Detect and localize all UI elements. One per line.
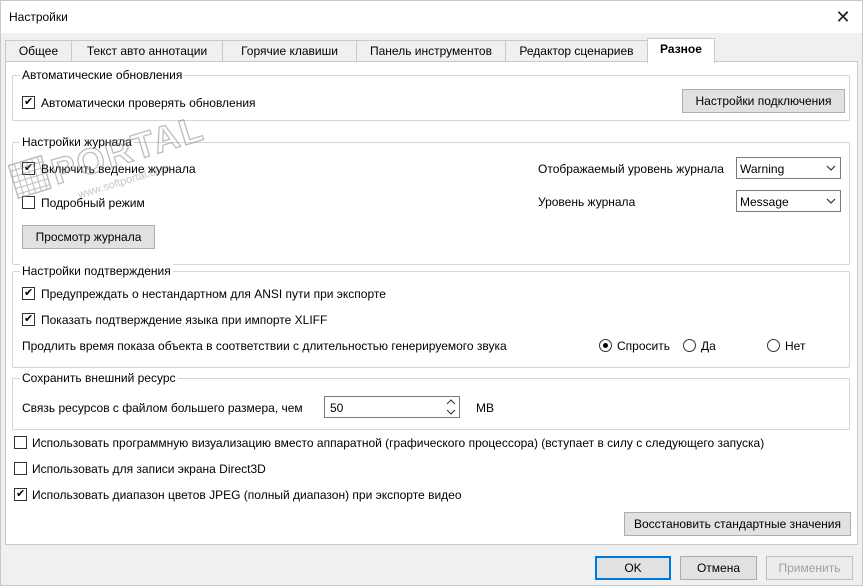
title-bar: Настройки ✕ [1, 1, 862, 33]
cancel-button[interactable]: Отмена [680, 556, 757, 580]
radio-yes[interactable] [683, 339, 696, 352]
view-log-button[interactable]: Просмотр журнала [22, 225, 155, 249]
xliff-confirm-label: Показать подтверждение языка при импорте… [41, 313, 328, 327]
direct3d-checkbox[interactable] [14, 462, 27, 475]
tab-hotkeys[interactable]: Горячие клавиши [222, 40, 357, 62]
tab-panel-misc: Автоматические обновления Автоматически … [5, 61, 858, 545]
software-render-checkbox[interactable] [14, 436, 27, 449]
log-level-select[interactable]: Message [736, 190, 841, 212]
jpeg-range-label: Использовать диапазон цветов JPEG (полны… [32, 488, 462, 502]
confirmation-settings-group: Настройки подтверждения Предупреждать о … [12, 264, 850, 368]
verbose-mode-checkbox[interactable] [22, 196, 35, 209]
enable-log-label: Включить ведение журнала [41, 162, 196, 176]
close-icon[interactable]: ✕ [830, 4, 856, 30]
radio-ask-label: Спросить [617, 339, 670, 353]
tab-auto-annotation-text[interactable]: Текст авто аннотации [71, 40, 223, 62]
ansi-warning-label: Предупреждать о нестандартном для ANSI п… [41, 287, 386, 301]
window-title: Настройки [9, 10, 68, 24]
chevron-down-icon[interactable] [444, 407, 458, 417]
log-settings-group: Настройки журнала Включить ведение журна… [12, 135, 850, 265]
tab-script-editor[interactable]: Редактор сценариев [505, 40, 648, 62]
log-settings-legend: Настройки журнала [20, 135, 134, 149]
ansi-warning-checkbox[interactable] [22, 286, 35, 300]
dialog-client-area: Общее Текст авто аннотации Горячие клави… [1, 33, 862, 585]
size-threshold-value: 50 [330, 401, 344, 415]
connection-settings-button[interactable]: Настройки подключения [682, 89, 845, 113]
chevron-down-icon [826, 198, 836, 204]
log-level-value: Message [740, 195, 789, 209]
jpeg-range-checkbox[interactable] [14, 487, 27, 501]
external-resource-group: Сохранить внешний ресурс Связь ресурсов … [12, 371, 850, 430]
tab-misc[interactable]: Разное [647, 38, 715, 63]
software-render-label: Использовать программную визуализацию вм… [32, 436, 765, 450]
display-level-value: Warning [740, 162, 785, 176]
settings-window: Настройки ✕ Общее Текст авто аннотации Г… [0, 0, 863, 586]
direct3d-label: Использовать для записи экрана Direct3D [32, 462, 266, 476]
display-level-select[interactable]: Warning [736, 157, 841, 179]
radio-no-label: Нет [785, 339, 806, 353]
chevron-down-icon [826, 165, 836, 171]
xliff-confirm-checkbox[interactable] [22, 312, 35, 326]
display-level-label: Отображаемый уровень журнала [538, 162, 724, 176]
restore-defaults-button[interactable]: Восстановить стандартные значения [624, 512, 851, 536]
link-size-label: Связь ресурсов с файлом большего размера… [22, 401, 303, 415]
size-threshold-spinner[interactable]: 50 [324, 396, 460, 418]
apply-button[interactable]: Применить [766, 556, 853, 580]
enable-log-checkbox[interactable] [22, 161, 35, 175]
auto-updates-legend: Автоматические обновления [20, 68, 185, 82]
log-level-label: Уровень журнала [538, 195, 636, 209]
tab-toolbar[interactable]: Панель инструментов [356, 40, 506, 62]
extend-duration-label: Продлить время показа объекта в соответс… [22, 339, 507, 353]
auto-check-checkbox[interactable] [22, 95, 35, 109]
confirmation-settings-legend: Настройки подтверждения [20, 264, 173, 278]
ok-button[interactable]: OK [595, 556, 671, 580]
tab-general[interactable]: Общее [5, 40, 72, 62]
verbose-mode-label: Подробный режим [41, 196, 145, 210]
radio-ask[interactable] [599, 339, 612, 352]
radio-yes-label: Да [701, 339, 716, 353]
auto-updates-group: Автоматические обновления Автоматически … [12, 68, 850, 121]
radio-no[interactable] [767, 339, 780, 352]
size-unit-label: MB [476, 401, 494, 415]
external-resource-legend: Сохранить внешний ресурс [20, 371, 178, 385]
auto-check-label: Автоматически проверять обновления [41, 96, 256, 110]
chevron-up-icon[interactable] [444, 397, 458, 407]
